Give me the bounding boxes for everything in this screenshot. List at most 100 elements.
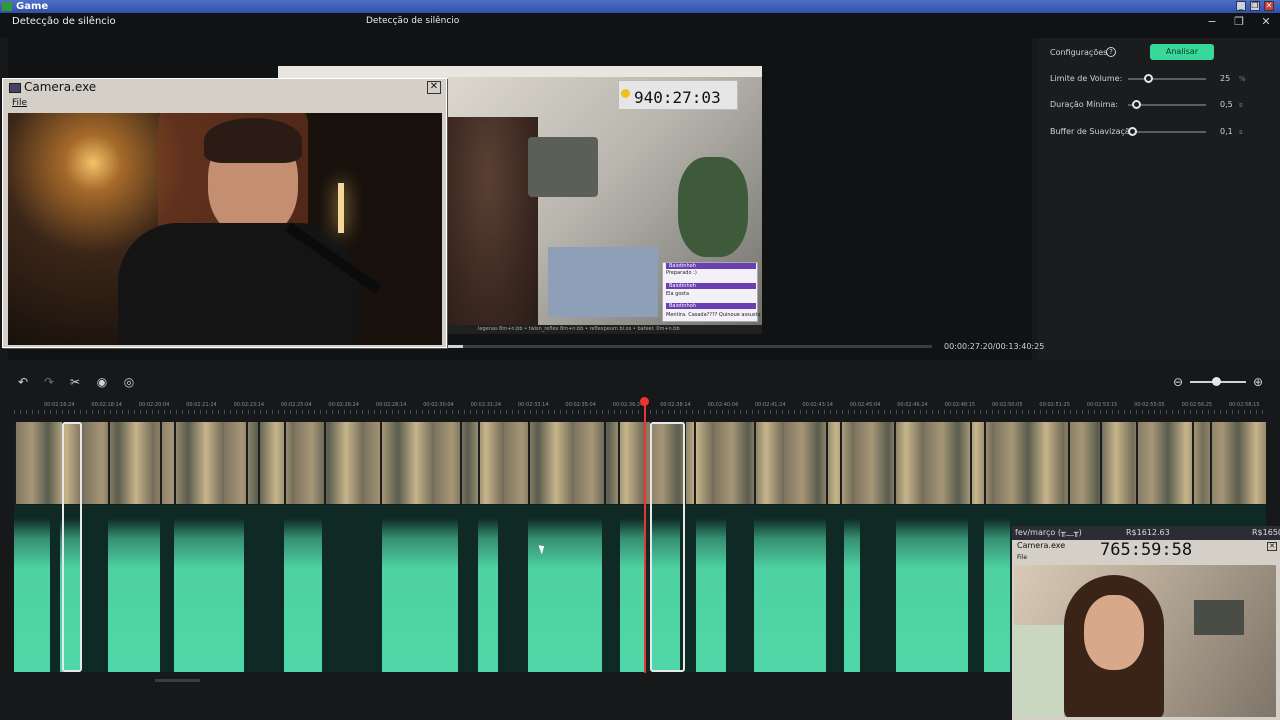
overlay-timer: 765:59:58 <box>1100 540 1193 560</box>
ruler-minor-tick <box>1172 410 1173 414</box>
audio-segment[interactable] <box>174 505 244 672</box>
ruler-minor-tick <box>590 410 591 414</box>
audio-segment[interactable] <box>478 505 498 672</box>
smoothing-slider-handle[interactable] <box>1128 127 1137 136</box>
ruler-minor-tick <box>1226 410 1227 414</box>
eye-icon[interactable]: ◉ <box>95 375 109 389</box>
ruler-minor-tick <box>1214 410 1215 414</box>
audio-segment[interactable] <box>844 505 860 672</box>
ruler-minor-tick <box>170 410 171 414</box>
ruler-minor-tick <box>500 410 501 414</box>
min-duration-slider-handle[interactable] <box>1132 100 1141 109</box>
ruler-minor-tick <box>182 410 183 414</box>
ruler-minor-tick <box>14 410 15 414</box>
ruler-tick-label: 00:02:50:05 <box>992 402 1023 408</box>
chat-username: Baiotinhoh <box>666 283 756 289</box>
ruler-minor-tick <box>836 410 837 414</box>
cut-icon[interactable]: ✂ <box>68 375 82 389</box>
playback-progress[interactable] <box>448 345 932 348</box>
minimize-button[interactable]: _ <box>1236 1 1246 11</box>
ruler-minor-tick <box>518 410 519 414</box>
window-title: Game <box>16 1 49 12</box>
ruler-minor-tick <box>578 410 579 414</box>
ruler-minor-tick <box>824 410 825 414</box>
zoom-in-icon[interactable]: ⊕ <box>1251 375 1265 389</box>
ruler-minor-tick <box>674 410 675 414</box>
ruler-minor-tick <box>440 410 441 414</box>
ruler-minor-tick <box>350 410 351 414</box>
ruler-minor-tick <box>242 410 243 414</box>
camera-file-menu[interactable]: File <box>12 98 27 108</box>
ruler-minor-tick <box>974 410 975 414</box>
redo-icon[interactable]: ↷ <box>42 375 56 389</box>
ruler-minor-tick <box>260 410 261 414</box>
close-button[interactable]: ✕ <box>1264 1 1274 11</box>
ruler-minor-tick <box>1022 410 1023 414</box>
audio-segment[interactable] <box>14 505 50 672</box>
ruler-minor-tick <box>866 410 867 414</box>
ruler-tick-label: 00:02:36:24 <box>612 402 644 408</box>
ruler-minor-tick <box>98 410 99 414</box>
ruler-minor-tick <box>512 410 513 414</box>
timeline-scrollbar[interactable] <box>155 679 200 682</box>
volume-slider-track[interactable] <box>1128 78 1206 80</box>
smoothing-value: 0,1 <box>1220 127 1233 136</box>
selected-clip[interactable] <box>650 422 685 672</box>
ruler-tick-label: 00:02:43:14 <box>802 402 833 408</box>
ruler-minor-tick <box>782 410 783 414</box>
video-track[interactable] <box>14 422 1266 504</box>
audio-segment[interactable] <box>108 505 160 672</box>
smoothing-slider-track[interactable] <box>1128 131 1206 133</box>
min-duration-value: 0,5 <box>1220 100 1233 109</box>
audio-segment[interactable] <box>620 505 646 672</box>
audio-segment[interactable] <box>984 505 1010 672</box>
audio-segment[interactable] <box>284 505 322 672</box>
help-icon[interactable]: ? <box>1106 47 1116 57</box>
restore-button[interactable]: ❐ <box>1250 1 1260 11</box>
ruler-tick-label: 00:02:56:25 <box>1181 402 1213 408</box>
undo-icon[interactable]: ↶ <box>16 375 30 389</box>
game-icon <box>2 2 12 11</box>
eye-off-icon[interactable]: ◎ <box>122 375 136 389</box>
overlay-close-button[interactable]: ✕ <box>1267 542 1277 551</box>
ruler-minor-tick <box>1028 410 1029 414</box>
zoom-slider-handle[interactable] <box>1212 377 1221 386</box>
zoom-out-icon[interactable]: ⊖ <box>1171 375 1185 389</box>
audio-segment[interactable] <box>754 505 826 672</box>
ruler-minor-tick <box>458 410 459 414</box>
ruler-minor-tick <box>1220 410 1221 414</box>
chat-message: Preparado :) <box>666 270 697 276</box>
app-close-icon[interactable]: ✕ <box>1258 15 1274 28</box>
playhead[interactable] <box>644 399 646 673</box>
selected-clip-left[interactable] <box>62 422 82 672</box>
stream-timer: 940:27:03 <box>634 88 721 107</box>
volume-slider-handle[interactable] <box>1144 74 1153 83</box>
overlay-file-menu[interactable]: File <box>1017 554 1027 561</box>
ruler-minor-tick <box>860 410 861 414</box>
thumbnail-divider <box>528 422 530 504</box>
ruler-minor-tick <box>770 410 771 414</box>
thumbnail-divider <box>174 422 176 504</box>
ruler-minor-tick <box>524 410 525 414</box>
analyze-button[interactable]: Analisar <box>1150 44 1214 60</box>
camera-close-button[interactable]: ✕ <box>427 81 441 94</box>
app-restore-icon[interactable]: ❐ <box>1231 15 1247 28</box>
audio-segment[interactable] <box>896 505 968 672</box>
ruler-minor-tick <box>380 410 381 414</box>
ruler-tick-label: 00:02:46:24 <box>897 402 928 408</box>
overlay-amount-goal: R$1650 <box>1252 528 1280 537</box>
ruler-minor-tick <box>26 410 27 414</box>
app-minimize-icon[interactable]: − <box>1204 15 1220 28</box>
chat-username: Baiotinhoh <box>666 303 756 309</box>
ruler-tick-label: 00:02:31:24 <box>470 402 502 408</box>
audio-segment[interactable] <box>382 505 458 672</box>
ruler-minor-tick <box>1076 410 1077 414</box>
audio-segment[interactable] <box>696 505 726 672</box>
ruler-minor-tick <box>1100 410 1101 414</box>
ruler-minor-tick <box>212 410 213 414</box>
audio-segment[interactable] <box>528 505 602 672</box>
ruler-minor-tick <box>1070 410 1071 414</box>
ruler-minor-tick <box>434 410 435 414</box>
ruler-minor-tick <box>1004 410 1005 414</box>
ruler-minor-tick <box>602 410 603 414</box>
